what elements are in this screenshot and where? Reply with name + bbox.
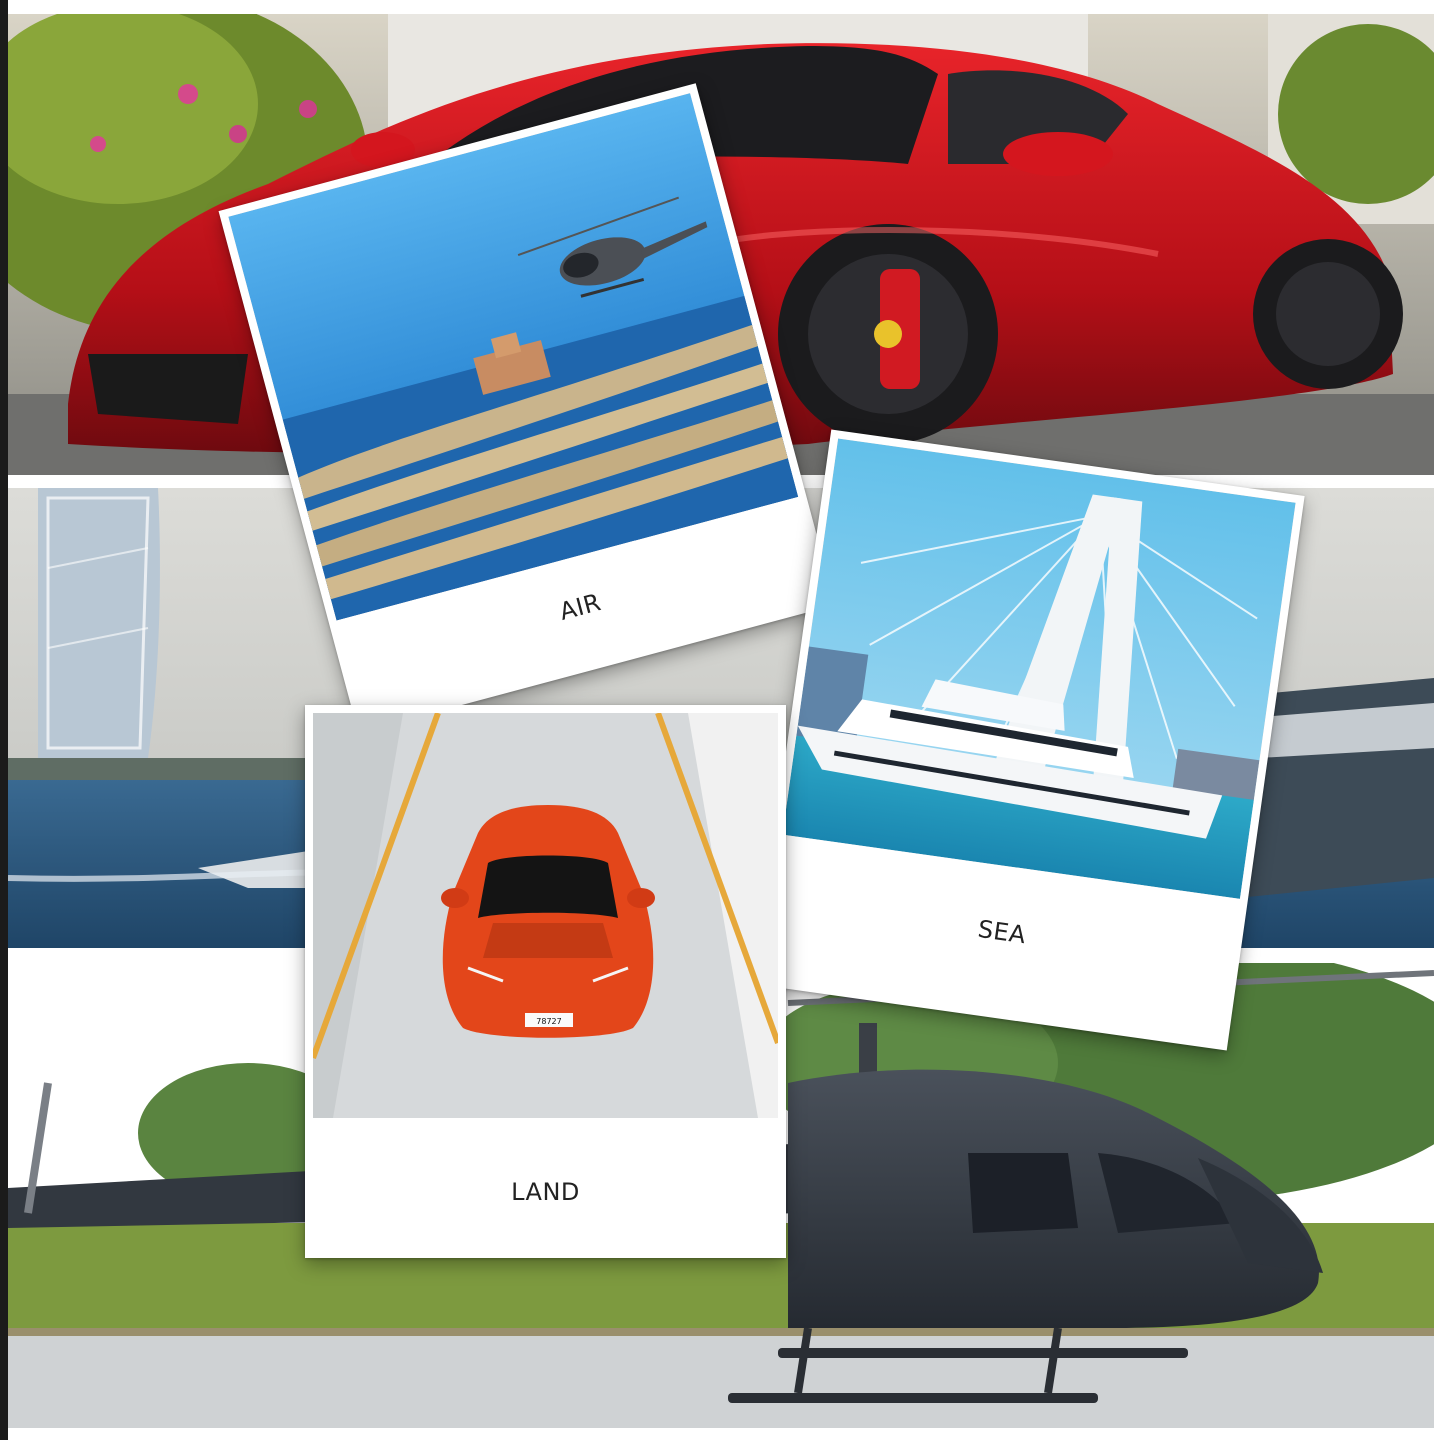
card-land-caption: LAND	[511, 1178, 580, 1206]
orange-supercar-photo: 78727	[313, 713, 778, 1118]
ain-dubai-yacht-photo	[782, 438, 1296, 899]
card-sea[interactable]: SEA	[753, 429, 1305, 1051]
page-left-edge	[0, 0, 8, 1440]
card-land[interactable]: 78727 LAND	[305, 705, 786, 1258]
license-plate: 78727	[536, 1017, 561, 1026]
